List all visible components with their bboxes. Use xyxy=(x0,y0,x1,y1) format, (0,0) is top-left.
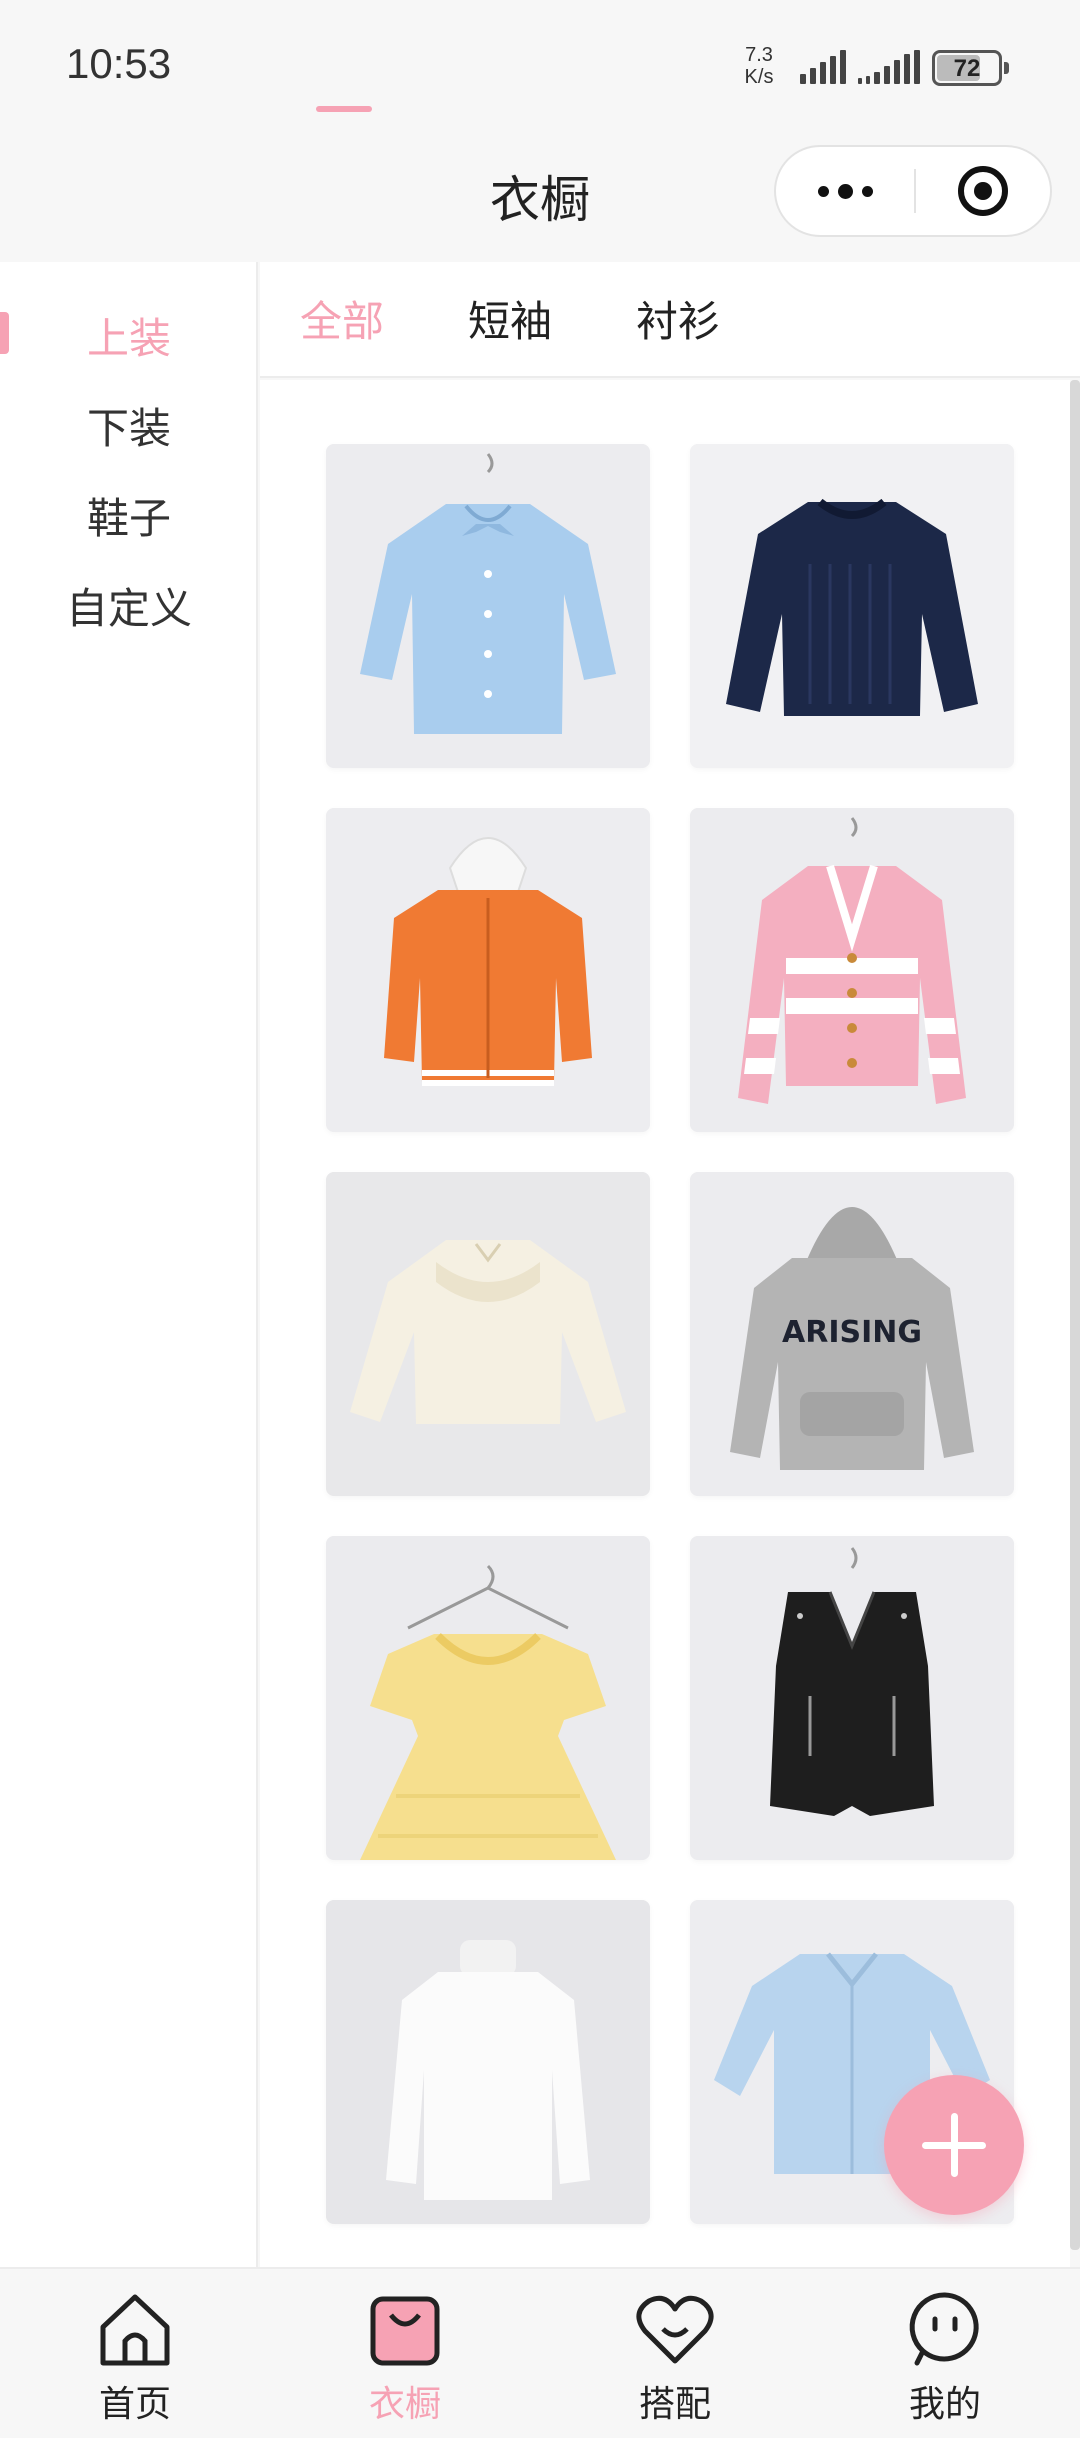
plus-icon-vertical xyxy=(950,2113,958,2177)
nav-bar: 衣橱 xyxy=(0,130,1080,262)
network-speed-unit: K/s xyxy=(744,66,774,88)
dress-image xyxy=(326,1536,650,1860)
tabbar-label-profile: 我的 xyxy=(908,2384,981,2425)
bottom-tab-bar: 首页 衣橱 搭配 我的 xyxy=(0,2267,1080,2438)
cardigan-image xyxy=(690,808,1014,1132)
battery-level: 72 xyxy=(953,55,981,82)
blouse-image xyxy=(326,444,650,768)
subcategory-tabs: 全部 短袖 衬衫 xyxy=(260,262,1080,378)
clothing-item-black-leather-vest[interactable] xyxy=(690,1536,1014,1860)
signal-icon-2 xyxy=(858,50,920,84)
tab-all[interactable]: 全部 xyxy=(300,288,384,349)
hoodie-image: ARISING xyxy=(690,1172,1014,1496)
tab-shirt[interactable]: 衬衫 xyxy=(636,288,720,349)
face-icon xyxy=(909,2292,979,2366)
jacket-image xyxy=(326,808,650,1132)
more-dot-icon xyxy=(817,185,829,197)
more-dot-icon xyxy=(861,185,873,197)
vest-image xyxy=(690,1536,1014,1860)
item-fill xyxy=(386,1972,590,2200)
home-icon xyxy=(100,2294,170,2366)
clothing-item-pink-striped-cardigan[interactable] xyxy=(690,808,1014,1132)
status-bar: 10:53 7.3 K/s 72 xyxy=(0,0,1080,130)
tabbar-label-wardrobe: 衣橱 xyxy=(368,2384,441,2425)
network-speed-value: 7.3 xyxy=(745,44,773,66)
tabbar-item-home[interactable]: 首页 xyxy=(0,2269,270,2438)
heart-icon xyxy=(636,2295,714,2364)
tab-active-underline xyxy=(316,106,372,112)
clothing-item-yellow-dress[interactable] xyxy=(326,1536,650,1860)
clothing-item-orange-hoodie-jacket[interactable] xyxy=(326,808,650,1132)
shopping-bag-icon xyxy=(370,2296,440,2366)
battery-cap xyxy=(1004,62,1009,74)
clothing-item-light-blue-blouse[interactable] xyxy=(326,444,650,768)
mini-program-capsule xyxy=(774,145,1052,237)
item-fill xyxy=(726,502,978,716)
category-sidebar: 上装 下装 鞋子 自定义 xyxy=(0,262,258,2267)
tab-short-sleeve[interactable]: 短袖 xyxy=(468,288,552,349)
clothing-item-grey-hoodie[interactable]: ARISING xyxy=(690,1172,1014,1496)
battery-icon: 72 xyxy=(932,50,1002,86)
more-dot-icon xyxy=(837,183,853,199)
scrollbar[interactable] xyxy=(1070,380,1080,2250)
clothing-item-navy-sweater[interactable] xyxy=(690,444,1014,768)
clothing-item-cream-lace-blouse[interactable] xyxy=(326,1172,650,1496)
tabbar-item-outfits[interactable]: 搭配 xyxy=(540,2269,810,2438)
tabbar-label-outfits: 搭配 xyxy=(638,2384,711,2425)
add-clothing-button[interactable] xyxy=(884,2075,1024,2215)
hoodie-print-text: ARISING xyxy=(782,1315,922,1350)
network-speed: 7.3 K/s xyxy=(736,44,782,88)
status-time: 10:53 xyxy=(66,40,172,87)
sweater-image xyxy=(690,444,1014,768)
tabbar-item-profile[interactable]: 我的 xyxy=(810,2269,1080,2438)
sidebar-item-custom[interactable]: 自定义 xyxy=(0,550,258,660)
target-circle-icon xyxy=(958,166,1008,216)
tabbar-item-wardrobe[interactable]: 衣橱 xyxy=(270,2269,540,2438)
turtleneck-image xyxy=(326,1900,650,2224)
close-mini-program-button[interactable] xyxy=(916,147,1050,235)
tabbar-label-home: 首页 xyxy=(98,2384,171,2425)
signal-icon xyxy=(800,50,846,84)
target-circle-dot xyxy=(974,182,992,200)
more-menu-button[interactable] xyxy=(776,147,914,235)
clothing-item-white-turtleneck[interactable] xyxy=(326,1900,650,2224)
lace-blouse-image xyxy=(326,1172,650,1496)
